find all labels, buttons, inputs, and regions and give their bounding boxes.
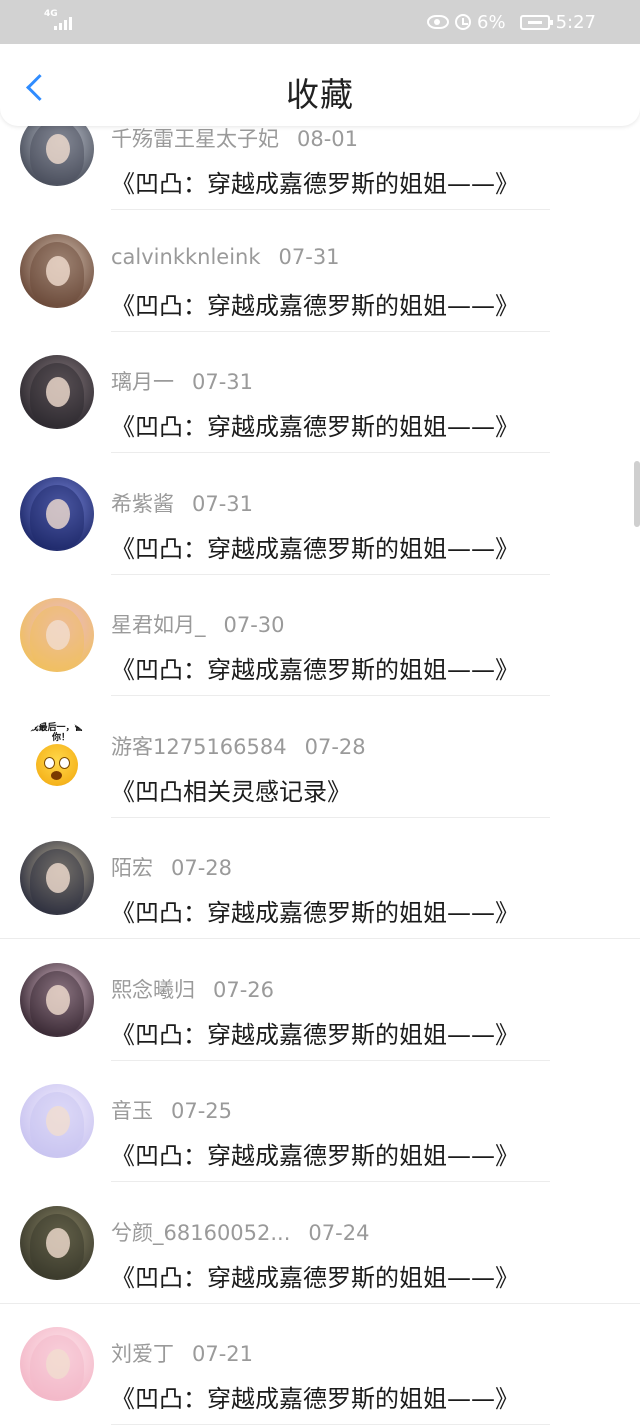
post-date: 07-31: [192, 491, 254, 516]
avatar[interactable]: 我最后一，警告你！: [20, 719, 94, 794]
item-meta: 千殇雷王星太子妃 08-01: [111, 123, 358, 153]
list-item[interactable]: 刘爱丁 07-21 《凹凸：穿越成嘉德罗斯的姐姐——》: [0, 1304, 640, 1425]
list-item[interactable]: 音玉 07-25 《凹凸：穿越成嘉德罗斯的姐姐——》: [0, 1061, 640, 1182]
list-item[interactable]: 璃月一 07-31 《凹凸：穿越成嘉德罗斯的姐姐——》: [0, 332, 640, 453]
username[interactable]: 希紫酱: [111, 492, 174, 516]
username[interactable]: 璃月一: [111, 370, 174, 394]
post-date: 07-30: [223, 613, 285, 637]
nav-header: 收藏: [0, 44, 640, 126]
item-meta: 陌宏 07-28: [111, 852, 232, 882]
username[interactable]: 游客1275166584: [111, 735, 287, 759]
item-meta: calvinkknleink 07-31: [111, 245, 340, 269]
post-date: 07-31: [278, 244, 340, 269]
item-title[interactable]: 《凹凸：穿越成嘉德罗斯的姐姐——》: [111, 1258, 519, 1293]
list-item[interactable]: 我最后一，警告你！ 游客1275166584 07-28 《凹凸相关灵感记录》: [0, 697, 640, 818]
item-meta: 熙念曦归 07-26: [111, 974, 274, 1004]
post-date: 07-28: [304, 734, 366, 759]
item-meta: 刘爱丁 07-21: [111, 1338, 253, 1368]
avatar[interactable]: [20, 1084, 94, 1158]
item-meta: 兮颜_68160052... 07-24: [111, 1217, 369, 1247]
eye-icon: [427, 15, 450, 29]
list-item[interactable]: 熙念曦归 07-26 《凹凸：穿越成嘉德罗斯的姐姐——》: [0, 940, 640, 1061]
battery-percent: 6%: [477, 11, 506, 33]
item-meta: 游客1275166584 07-28: [111, 731, 366, 761]
clock: 5:27: [555, 11, 596, 33]
username[interactable]: 刘爱丁: [111, 1342, 174, 1366]
username[interactable]: calvinkknleink: [111, 245, 261, 269]
item-title[interactable]: 《凹凸相关灵感记录》: [111, 772, 351, 807]
item-title[interactable]: 《凹凸：穿越成嘉德罗斯的姐姐——》: [111, 286, 519, 321]
avatar[interactable]: [20, 233, 94, 308]
item-meta: 璃月一 07-31: [111, 366, 253, 396]
network-type: 4G: [44, 9, 58, 19]
list-item[interactable]: 兮颜_68160052... 07-24 《凹凸：穿越成嘉德罗斯的姐姐——》: [0, 1183, 640, 1304]
avatar[interactable]: [20, 841, 94, 915]
item-title[interactable]: 《凹凸：穿越成嘉德罗斯的姐姐——》: [111, 650, 519, 685]
item-meta: 星君如月_ 07-30: [111, 609, 285, 639]
item-title[interactable]: 《凹凸：穿越成嘉德罗斯的姐姐——》: [111, 164, 519, 199]
scrollbar[interactable]: [634, 461, 640, 527]
username[interactable]: 兮颜_68160052...: [111, 1221, 290, 1245]
username[interactable]: 熙念曦归: [111, 978, 195, 1002]
status-bar: 4G 6% 5:27: [0, 0, 640, 44]
post-date: 07-31: [192, 370, 254, 394]
list-item[interactable]: 希紫酱 07-31 《凹凸：穿越成嘉德罗斯的姐姐——》: [0, 454, 640, 575]
item-title[interactable]: 《凹凸：穿越成嘉德罗斯的姐姐——》: [111, 1379, 519, 1414]
item-title[interactable]: 《凹凸：穿越成嘉德罗斯的姐姐——》: [111, 1136, 519, 1171]
post-date: 07-26: [213, 977, 275, 1002]
item-title[interactable]: 《凹凸：穿越成嘉德罗斯的姐姐——》: [111, 529, 519, 564]
item-title[interactable]: 《凹凸：穿越成嘉德罗斯的姐姐——》: [111, 893, 519, 928]
username[interactable]: 千殇雷王星太子妃: [111, 127, 279, 151]
avatar[interactable]: [20, 476, 94, 551]
item-title[interactable]: 《凹凸：穿越成嘉德罗斯的姐姐——》: [111, 407, 519, 442]
post-date: 07-24: [308, 1220, 370, 1245]
list-item[interactable]: 星君如月_ 07-30 《凹凸：穿越成嘉德罗斯的姐姐——》: [0, 575, 640, 696]
avatar[interactable]: [20, 1205, 94, 1280]
post-date: 07-28: [171, 856, 233, 880]
username[interactable]: 星君如月_: [111, 613, 206, 637]
avatar[interactable]: [20, 598, 94, 672]
item-meta: 音玉 07-25: [111, 1095, 232, 1125]
avatar[interactable]: [20, 355, 94, 429]
avatar-caption: 我最后一，警告你！: [29, 722, 93, 743]
item-meta: 希紫酱 07-31: [111, 488, 253, 518]
shocked-emoji-icon: [36, 743, 78, 786]
post-date: 07-21: [192, 1342, 254, 1366]
list-item[interactable]: 陌宏 07-28 《凹凸：穿越成嘉德罗斯的姐姐——》: [0, 818, 640, 939]
username[interactable]: 陌宏: [111, 856, 153, 880]
username[interactable]: 音玉: [111, 1099, 153, 1123]
post-date: 08-01: [297, 127, 359, 151]
avatar[interactable]: [20, 962, 94, 1037]
page-title: 收藏: [286, 75, 354, 114]
avatar[interactable]: [20, 1327, 94, 1401]
post-date: 07-25: [171, 1099, 233, 1123]
signal-icon: 4G: [44, 10, 74, 32]
list-item[interactable]: calvinkknleink 07-31 《凹凸：穿越成嘉德罗斯的姐姐——》: [0, 211, 640, 332]
battery-icon: [519, 14, 553, 30]
alarm-icon: [455, 14, 472, 30]
item-title[interactable]: 《凹凸：穿越成嘉德罗斯的姐姐——》: [111, 1015, 519, 1050]
